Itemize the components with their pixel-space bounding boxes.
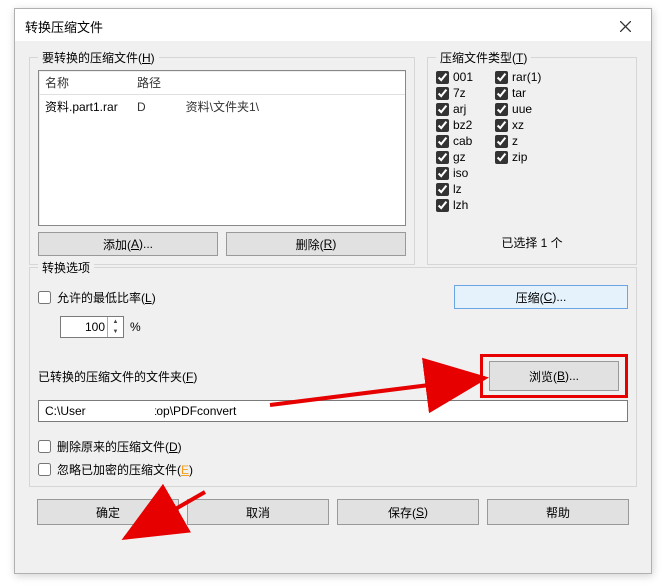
type-checkbox-tar[interactable]: tar xyxy=(495,86,541,100)
compress-button[interactable]: 压缩(C)... xyxy=(454,285,628,309)
type-checkbox-arj[interactable]: arj xyxy=(436,102,473,116)
type-checkbox-lzh[interactable]: lzh xyxy=(436,198,473,212)
type-checkbox-bz2[interactable]: bz2 xyxy=(436,118,473,132)
ok-button[interactable]: 确定 xyxy=(37,499,179,525)
spinner-down-icon[interactable]: ▼ xyxy=(108,327,123,337)
cancel-button[interactable]: 取消 xyxy=(187,499,329,525)
delete-original-checkbox[interactable]: 删除原来的压缩文件(D) xyxy=(38,438,628,455)
close-button[interactable] xyxy=(607,14,643,38)
col-path[interactable]: 路径 xyxy=(131,71,405,94)
type-checkbox-001[interactable]: 001 xyxy=(436,70,473,84)
type-checkbox-rar1[interactable]: rar(1) xyxy=(495,70,541,84)
titlebar: 转换压缩文件 xyxy=(15,9,651,41)
help-button[interactable]: 帮助 xyxy=(487,499,629,525)
type-checkbox-lz[interactable]: lz xyxy=(436,182,473,196)
converted-folder-label: 已转换的压缩文件的文件夹(F) xyxy=(38,368,197,385)
group-archive-types: 压缩文件类型(T) 0017zarjbz2cabgzisolzlzh rar(1… xyxy=(427,57,637,265)
type-checkbox-iso[interactable]: iso xyxy=(436,166,473,180)
selected-count: 已选择 1 个 xyxy=(436,234,628,251)
type-checkbox-xz[interactable]: xz xyxy=(495,118,541,132)
type-checkbox-7z[interactable]: 7z xyxy=(436,86,473,100)
type-checkbox-zip[interactable]: zip xyxy=(495,150,541,164)
group-files-label: 要转换的压缩文件(H) xyxy=(38,49,159,66)
save-button[interactable]: 保存(S) xyxy=(337,499,479,525)
type-checkbox-cab[interactable]: cab xyxy=(436,134,473,148)
type-checkbox-gz[interactable]: gz xyxy=(436,150,473,164)
min-ratio-spinner[interactable]: 100 ▲ ▼ xyxy=(60,316,124,338)
browse-button[interactable]: 浏览(B)... xyxy=(489,361,619,391)
dialog-window: 转换压缩文件 要转换的压缩文件(H) 名称 路径 资料.part1.rar xyxy=(14,8,652,574)
window-title: 转换压缩文件 xyxy=(25,17,103,36)
group-options: 转换选项 允许的最低比率(L) 压缩(C)... 100 ▲ ▼ xyxy=(29,267,637,487)
table-row[interactable]: 资料.part1.rar D资料\文件夹1\ xyxy=(39,95,405,118)
percent-label: % xyxy=(130,320,141,334)
min-ratio-checkbox[interactable]: 允许的最低比率(L) xyxy=(38,289,156,306)
spinner-up-icon[interactable]: ▲ xyxy=(108,317,123,327)
delete-button[interactable]: 删除(R) xyxy=(226,232,406,256)
group-files-to-convert: 要转换的压缩文件(H) 名称 路径 资料.part1.rar D资料\文件夹1\ xyxy=(29,57,415,265)
ignore-encrypted-checkbox[interactable]: 忽略已加密的压缩文件(E) xyxy=(38,461,628,478)
list-header: 名称 路径 xyxy=(39,71,405,95)
col-name[interactable]: 名称 xyxy=(39,71,131,94)
browse-highlight: 浏览(B)... xyxy=(480,354,628,398)
close-icon xyxy=(620,21,631,32)
files-listbox[interactable]: 名称 路径 资料.part1.rar D资料\文件夹1\ xyxy=(38,70,406,226)
type-checkbox-z[interactable]: z xyxy=(495,134,541,148)
type-checkbox-uue[interactable]: uue xyxy=(495,102,541,116)
file-path-cell: D资料\文件夹1\ xyxy=(131,95,405,118)
file-name-cell: 资料.part1.rar xyxy=(39,95,131,118)
group-types-label: 压缩文件类型(T) xyxy=(436,49,531,66)
add-button[interactable]: 添加(A)... xyxy=(38,232,218,256)
group-options-label: 转换选项 xyxy=(38,259,94,276)
